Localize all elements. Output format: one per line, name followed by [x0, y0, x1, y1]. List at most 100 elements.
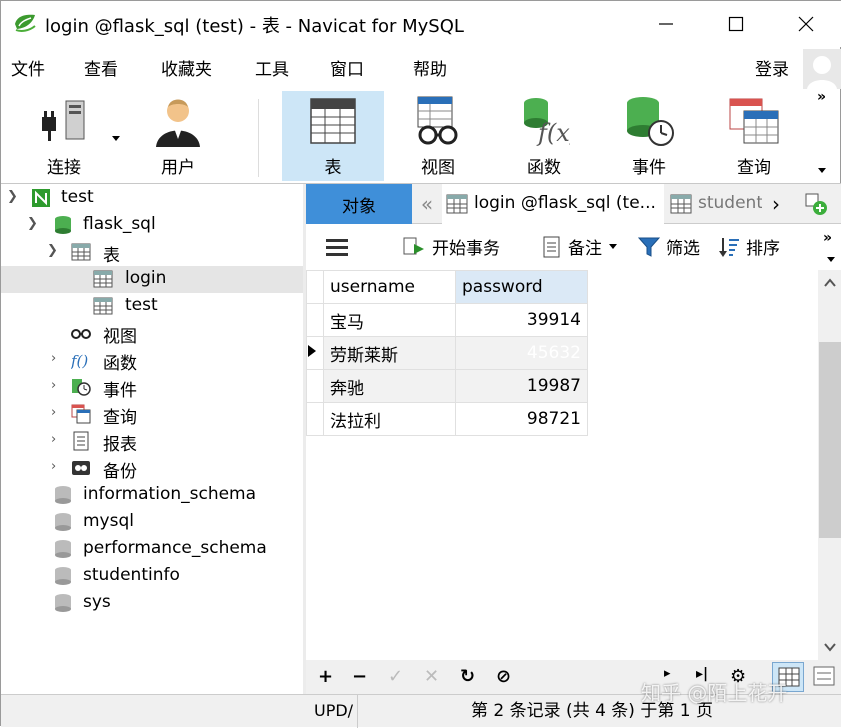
row-header[interactable] — [306, 303, 324, 337]
table-cell[interactable]: 法拉利 — [323, 402, 456, 436]
toolbar-event-button[interactable]: 事件 — [598, 91, 700, 181]
menu-view[interactable]: 查看 — [84, 55, 118, 80]
tree-node-events[interactable]: › 事件 — [1, 374, 303, 401]
tab-student-label: student — [698, 193, 762, 213]
row-header[interactable] — [306, 369, 324, 403]
tree-node-database-label: flask_sql — [83, 214, 156, 234]
login-link[interactable]: 登录 — [755, 55, 789, 80]
scroll-up-icon[interactable] — [824, 278, 836, 288]
tree-node-database[interactable]: ❯ flask_sql — [1, 212, 303, 239]
tab-student-table[interactable]: student — [666, 184, 762, 224]
tree-node-database-mysql[interactable]: mysql — [1, 509, 303, 536]
add-record-icon[interactable]: + — [318, 666, 333, 687]
toolbar-query-button[interactable]: 查询 — [703, 91, 805, 181]
chevron-down-icon[interactable] — [608, 243, 618, 251]
chevron-down-icon[interactable]: ❯ — [7, 189, 18, 204]
toolbar-user-button[interactable]: 用户 — [127, 91, 229, 181]
toolbar-dropdown-icon[interactable] — [817, 167, 827, 175]
chevron-right-icon[interactable]: › — [51, 351, 56, 366]
tree-node-tables[interactable]: ❯ 表 — [1, 239, 303, 266]
toolbar-overflow-icon[interactable]: » — [823, 230, 832, 246]
toolbar-function-button[interactable]: f(x) 函数 — [493, 91, 595, 181]
chevron-right-icon[interactable]: › — [51, 405, 56, 420]
toolbar-table-label: 表 — [324, 158, 342, 178]
toolbar-view-button[interactable]: 视图 — [387, 91, 489, 181]
row-header[interactable] — [306, 402, 324, 436]
scrollbar-thumb[interactable] — [819, 342, 841, 538]
chevron-down-icon[interactable]: ❯ — [47, 243, 58, 258]
toolbar-connect-button[interactable]: 连接 — [13, 91, 120, 181]
maximize-button[interactable] — [701, 1, 771, 47]
form-view-button[interactable] — [808, 662, 840, 692]
avatar[interactable] — [803, 49, 841, 89]
tree-node-table-login[interactable]: login — [1, 266, 303, 293]
table-cell[interactable]: 奔驰 — [323, 369, 456, 403]
refresh-icon[interactable]: ↻ — [460, 666, 475, 687]
tree-node-connection[interactable]: ❯ test — [1, 185, 303, 212]
table-row[interactable]: 法拉利 98721 — [306, 402, 588, 436]
tree-node-database-label: information_schema — [83, 484, 257, 504]
new-tab-button[interactable] — [794, 184, 841, 224]
begin-transaction-button[interactable]: 开始事务 — [402, 234, 500, 259]
table-cell[interactable]: 19987 — [455, 369, 588, 403]
table-cell[interactable]: 98721 — [455, 402, 588, 436]
filter-icon — [638, 237, 660, 257]
note-label: 备注 — [568, 239, 602, 259]
table-cell[interactable]: 39914 — [455, 303, 588, 337]
tree-node-queries[interactable]: › 查询 — [1, 401, 303, 428]
tree-node-reports[interactable]: › 报表 — [1, 428, 303, 455]
tree-node-table-test[interactable]: test — [1, 293, 303, 320]
discard-changes-icon[interactable]: ✕ — [424, 666, 439, 687]
chevron-right-icon[interactable]: › — [51, 459, 56, 474]
tab-scroll-left-icon[interactable]: « — [414, 184, 440, 224]
tree-node-views[interactable]: 视图 — [1, 320, 303, 347]
column-header-username[interactable]: username — [323, 270, 456, 304]
menu-help[interactable]: 帮助 — [413, 55, 447, 80]
connect-icon — [42, 100, 85, 141]
note-button[interactable]: 备注 — [542, 234, 618, 259]
toolbar-overflow-icon[interactable]: » — [817, 89, 826, 105]
toolbar-dropdown-icon[interactable] — [826, 256, 836, 264]
tree-node-backups[interactable]: › 备份 — [1, 455, 303, 482]
tree-node-database-studentinfo[interactable]: studentinfo — [1, 563, 303, 590]
hamburger-menu-icon[interactable] — [326, 238, 348, 256]
tree-node-database-information-schema[interactable]: information_schema — [1, 482, 303, 509]
scroll-down-icon[interactable] — [824, 642, 836, 652]
chevron-right-icon[interactable]: › — [51, 432, 56, 447]
vertical-scrollbar[interactable] — [818, 270, 841, 660]
backup-icon — [72, 461, 90, 475]
sort-button[interactable]: 排序 — [718, 234, 780, 259]
chevron-down-icon[interactable]: ❯ — [27, 216, 38, 231]
menu-tools[interactable]: 工具 — [255, 55, 289, 80]
filter-label: 筛选 — [666, 239, 700, 259]
table-cell-selected[interactable]: 45632 — [455, 336, 588, 370]
event-icon — [627, 97, 674, 146]
table-cell[interactable]: 劳斯莱斯 — [323, 336, 456, 370]
menu-file[interactable]: 文件 — [11, 55, 45, 80]
row-header[interactable] — [306, 336, 324, 370]
table-row[interactable]: 奔驰 19987 — [306, 369, 588, 403]
tab-login-table[interactable]: login @flask_sql (te... — [442, 184, 664, 224]
menu-favorites[interactable]: 收藏夹 — [161, 55, 212, 80]
delete-record-icon[interactable]: − — [352, 666, 367, 687]
stop-icon[interactable]: ⊘ — [496, 666, 511, 687]
filter-button[interactable]: 筛选 — [638, 234, 700, 259]
current-row-icon — [308, 345, 316, 357]
table-row[interactable]: 劳斯莱斯 45632 — [306, 336, 588, 370]
chevron-right-icon[interactable]: › — [51, 378, 56, 393]
minimize-button[interactable] — [631, 1, 701, 47]
tab-objects[interactable]: 对象 — [306, 184, 412, 224]
toolbar-table-button[interactable]: 表 — [282, 91, 384, 181]
tree-node-database-sys[interactable]: sys — [1, 590, 303, 617]
menu-window[interactable]: 窗口 — [330, 55, 364, 80]
tab-scroll-right-icon[interactable]: › — [764, 184, 788, 224]
table-cell[interactable]: 宝马 — [323, 303, 456, 337]
close-button[interactable] — [771, 1, 841, 47]
column-header-password[interactable]: password — [455, 270, 588, 304]
apply-changes-icon[interactable]: ✓ — [388, 666, 403, 687]
tree-node-functions[interactable]: › f() 函数 — [1, 347, 303, 374]
table-row[interactable]: 宝马 39914 — [306, 303, 588, 337]
tree-node-database-performance-schema[interactable]: performance_schema — [1, 536, 303, 563]
tree-node-database-label: studentinfo — [83, 565, 180, 585]
tree-node-database-label: sys — [83, 592, 111, 612]
